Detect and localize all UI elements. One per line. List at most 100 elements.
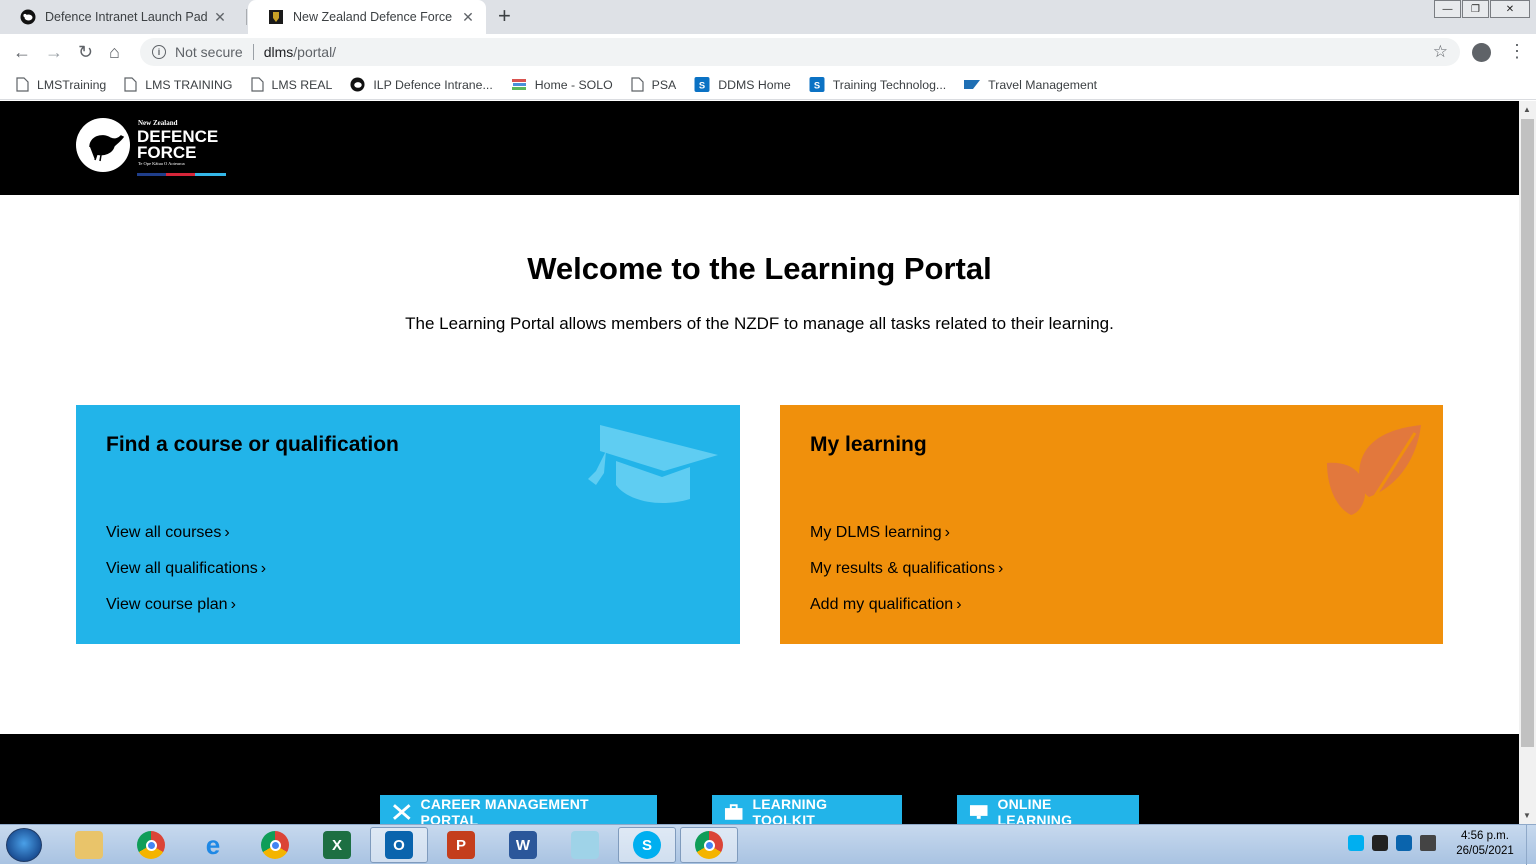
card-title: My learning	[810, 433, 927, 456]
bookmark-ilp[interactable]: ILP Defence Intrane...	[350, 77, 493, 92]
scrollbar-thumb[interactable]	[1521, 119, 1534, 747]
page-scrollbar[interactable]: ▲ ▼	[1519, 101, 1536, 824]
bookmark-label: LMS TRAINING	[145, 77, 233, 92]
bookmark-label: Home - SOLO	[534, 77, 613, 92]
online-learning-button[interactable]: ONLINE LEARNING	[957, 795, 1139, 824]
chevron-right-icon: ›	[997, 560, 1004, 577]
page-icon	[16, 77, 29, 92]
page-intro: The Learning Portal allows members of th…	[405, 314, 1114, 333]
learning-toolkit-button[interactable]: LEARNING TOOLKIT	[712, 795, 902, 824]
bookmark-label: Training Technolog...	[832, 77, 947, 92]
tab-strip: Defence Intranet Launch Pad ✕ New Zealan…	[0, 0, 1536, 34]
bookmark-training-tech[interactable]: S Training Technolog...	[809, 77, 946, 92]
forward-icon[interactable]: →	[45, 42, 63, 62]
bookmark-psa[interactable]: PSA	[631, 77, 676, 92]
tab-launch-pad[interactable]: Defence Intranet Launch Pad ✕	[0, 0, 238, 34]
tab-nzdf[interactable]: New Zealand Defence Force ✕	[248, 0, 486, 34]
bookmark-label: LMS REAL	[271, 77, 333, 92]
powerpoint-icon: P	[447, 831, 475, 859]
page-title: Welcome to the Learning Portal	[527, 251, 992, 286]
taskbar-skype[interactable]: S	[618, 827, 676, 863]
page-icon	[124, 77, 137, 92]
system-tray	[1348, 835, 1444, 851]
account-icon[interactable]	[1472, 43, 1491, 62]
bookmark-label: LMSTraining	[37, 77, 107, 92]
view-all-courses-link[interactable]: View all courses ›	[106, 523, 266, 543]
browser-toolbar: ← → ↻ ⌂ i Not secure dlms/portal/ ☆ ⋮	[0, 34, 1536, 70]
scroll-up-icon[interactable]: ▲	[1523, 105, 1531, 114]
minimize-button[interactable]: —	[1434, 0, 1461, 18]
bookmark-lms-real[interactable]: LMS REAL	[250, 77, 333, 92]
notepad-icon	[571, 831, 599, 859]
restore-button[interactable]: ❐	[1462, 0, 1489, 18]
browser-menu-icon[interactable]: ⋮	[1508, 41, 1526, 62]
career-portal-button[interactable]: CAREER MANAGEMENT PORTAL	[380, 795, 657, 824]
network-tray-icon[interactable]	[1372, 835, 1388, 851]
folder-icon	[75, 831, 103, 859]
page-viewport: New Zealand DEFENCE FORCE Te Ope Kātua O…	[0, 101, 1519, 824]
taskbar-explorer[interactable]	[60, 827, 118, 863]
clock-date: 26/05/2021	[1456, 845, 1514, 857]
tab-title: Defence Intranet Launch Pad	[45, 10, 208, 24]
logo-line3: FORCE	[137, 143, 197, 162]
window-close-button[interactable]: ✕	[1490, 0, 1530, 18]
taskbar-outlook[interactable]: O	[370, 827, 428, 863]
taskbar-powerpoint[interactable]: P	[432, 827, 490, 863]
bookmark-ddms[interactable]: S DDMS Home	[694, 77, 791, 92]
site-footer: CAREER MANAGEMENT PORTAL LEARNING TOOLKI…	[0, 734, 1519, 824]
page-icon	[631, 77, 644, 92]
new-tab-button[interactable]: +	[498, 5, 511, 27]
close-icon[interactable]: ✕	[460, 9, 476, 26]
back-icon[interactable]: ←	[13, 42, 31, 62]
site-header: New Zealand DEFENCE FORCE Te Ope Kātua O…	[0, 101, 1519, 195]
bookmark-lmstraining[interactable]: LMSTraining	[16, 77, 106, 92]
chevron-right-icon: ›	[956, 596, 962, 613]
logo-line4: Te Ope Kātua O Aotearoa	[138, 161, 185, 166]
info-icon[interactable]: i	[152, 45, 166, 59]
bookmark-star-icon[interactable]: ☆	[1433, 42, 1448, 62]
taskbar-ie[interactable]: e	[184, 827, 242, 863]
kiwi-icon	[20, 9, 36, 25]
my-dlms-learning-link[interactable]: My DLMS learning ›	[810, 523, 1003, 543]
kiwi-icon	[350, 77, 365, 92]
add-qualification-link[interactable]: Add my qualification ›	[810, 595, 1003, 615]
outlook-tray-icon[interactable]	[1396, 835, 1412, 851]
my-results-link[interactable]: My results & qualifications ›	[810, 559, 1003, 579]
graduation-cap-icon	[588, 425, 718, 504]
taskbar-word[interactable]: W	[494, 827, 552, 863]
taskbar-excel[interactable]: X	[308, 827, 366, 863]
address-bar[interactable]: i Not secure dlms/portal/ ☆	[140, 38, 1460, 66]
close-icon[interactable]: ✕	[212, 9, 228, 26]
show-desktop-button[interactable]	[1526, 825, 1536, 865]
skype-tray-icon[interactable]	[1348, 835, 1364, 851]
word-icon: W	[509, 831, 537, 859]
tab-title: New Zealand Defence Force	[293, 10, 453, 24]
chrome-icon	[695, 831, 723, 859]
bookmark-travel[interactable]: Travel Management	[964, 77, 1097, 92]
view-all-qualifications-link[interactable]: View all qualifications ›	[106, 559, 266, 579]
home-icon[interactable]: ⌂	[109, 42, 120, 62]
volume-icon[interactable]	[1420, 835, 1436, 851]
clock-time: 4:56 p.m.	[1461, 830, 1509, 842]
taskbar-clock[interactable]: 4:56 p.m. 26/05/2021	[1445, 829, 1525, 859]
taskbar-chrome-3[interactable]	[680, 827, 738, 863]
excel-icon: X	[323, 831, 351, 859]
url-host: dlms	[263, 44, 294, 60]
taskbar-notepad[interactable]	[556, 827, 614, 863]
bookmarks-bar: LMSTraining LMS TRAINING LMS REAL ILP De…	[0, 70, 1536, 100]
window-controls: — ❐ ✕	[1433, 0, 1530, 18]
page-icon	[250, 77, 264, 92]
reload-icon[interactable]: ↻	[78, 42, 93, 62]
scroll-down-icon[interactable]: ▼	[1523, 811, 1531, 820]
taskbar: e X O P W S 4:56 p.m. 26/05/2021	[0, 824, 1536, 865]
bookmark-solo[interactable]: Home - SOLO	[511, 77, 613, 92]
sharepoint-icon: S	[694, 77, 710, 92]
view-course-plan-link[interactable]: View course plan ›	[106, 595, 266, 615]
nzdf-logo[interactable]: New Zealand DEFENCE FORCE Te Ope Kātua O…	[76, 115, 228, 177]
bookmark-lms-training[interactable]: LMS TRAINING	[124, 77, 233, 92]
taskbar-chrome-2[interactable]	[246, 827, 304, 863]
outlook-icon: O	[385, 831, 413, 859]
taskbar-chrome[interactable]	[122, 827, 180, 863]
start-button[interactable]	[6, 828, 42, 862]
nzdf-crest-icon	[269, 10, 283, 24]
